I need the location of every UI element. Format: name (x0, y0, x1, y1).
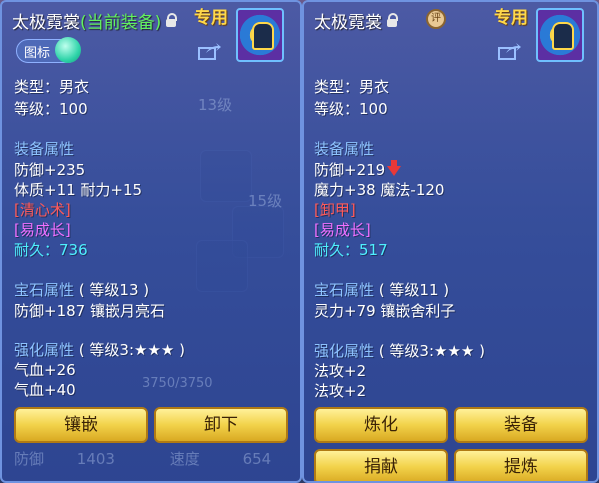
special-effect: [易成长] (314, 221, 371, 239)
background-hp-label: 3750/3750 (142, 376, 213, 391)
exclusive-label: 专用 (494, 8, 528, 28)
enhance-line: 气血+26 (14, 361, 76, 379)
enhance-attributes-title: 强化属性 (314, 342, 375, 360)
unequip-button[interactable]: 卸下 (154, 407, 288, 443)
durability-line: 耐久：517 (314, 239, 388, 260)
background-level-label: 15级 (248, 192, 283, 210)
durability-label: 耐久： (14, 241, 60, 259)
current-equipment-panel: 13级 15级 3750/3750 太极霓裳(当前装备) 专用 图标 类型：男衣… (0, 0, 302, 483)
lock-icon[interactable] (166, 13, 178, 27)
gem-attributes-title: 宝石属性 (14, 281, 75, 299)
lock-icon[interactable] (387, 13, 398, 27)
special-skill: [清心术] (14, 201, 71, 219)
equip-attributes-title: 装备属性 (314, 140, 375, 158)
gem-attributes-header: 宝石属性 ( 等级13 ) (14, 279, 149, 300)
durability-value: 517 (359, 241, 388, 259)
current-equipped-label: (当前装备) (80, 13, 162, 33)
stats-line: 魔力+38 魔法-120 (314, 181, 445, 199)
defense-value: 防御+219 (314, 161, 386, 179)
type-line: 类型：男衣 (14, 78, 90, 96)
bottom-defense-value: 1403 (76, 450, 115, 468)
special-skill: [卸甲] (314, 201, 356, 219)
gem-level: ( 等级13 ) (78, 281, 150, 299)
item-name: 太极霓裳 (314, 13, 382, 33)
bottom-speed-value: 654 (242, 450, 272, 468)
background-level-label: 13级 (198, 96, 233, 114)
defense-line: 防御+219 (314, 159, 402, 180)
inlay-button[interactable]: 镶嵌 (14, 407, 148, 443)
character-avatar (236, 8, 284, 62)
item-title: 太极霓裳 (314, 8, 398, 33)
enhance-line: 法攻+2 (314, 382, 367, 400)
extract-button[interactable]: 提炼 (454, 449, 588, 481)
enhance-level: ( 等级3:★★★ ) (378, 342, 485, 360)
level-line: 等级：100 (14, 100, 88, 118)
durability-line: 耐久：736 (14, 239, 88, 260)
enhance-level: ( 等级3:★★★ ) (78, 341, 185, 359)
level-line: 等级：100 (314, 100, 388, 118)
decrease-arrow-icon (387, 159, 402, 176)
toggle-knob-icon (55, 37, 81, 63)
durability-label: 耐久： (314, 241, 360, 259)
compare-equipment-panel: 太极霓裳 评 专用 类型：男衣 等级：100 装备属性 防御+219 魔力+38… (302, 0, 599, 483)
appraise-seal-icon[interactable]: 评 (426, 9, 446, 29)
donate-button[interactable]: 捐献 (314, 449, 448, 481)
defense-line: 防御+235 (14, 161, 86, 179)
refine-button[interactable]: 炼化 (314, 407, 448, 443)
bottom-stat: 防御 1403 速度 654 (14, 448, 271, 469)
icon-toggle-label: 图标 (24, 46, 51, 61)
gem-level: ( 等级11 ) (378, 281, 450, 299)
exclusive-label: 专用 (194, 8, 228, 28)
icon-toggle-button[interactable]: 图标 (16, 37, 81, 63)
share-icon[interactable] (498, 42, 522, 60)
equip-button[interactable]: 装备 (454, 407, 588, 443)
gem-line: 灵力+79 镶嵌舍利子 (314, 302, 456, 320)
enhance-attributes-header: 强化属性 ( 等级3:★★★ ) (14, 339, 185, 360)
special-effect: [易成长] (14, 221, 71, 239)
type-line: 类型：男衣 (314, 78, 390, 96)
bottom-speed-label: 速度 (169, 450, 200, 468)
item-name: 太极霓裳 (12, 13, 80, 33)
enhance-attributes-title: 强化属性 (14, 341, 75, 359)
gem-attributes-title: 宝石属性 (314, 281, 375, 299)
share-icon[interactable] (198, 42, 222, 60)
character-avatar (536, 8, 584, 62)
stats-line: 体质+11 耐力+15 (14, 181, 143, 199)
durability-value: 736 (59, 241, 88, 259)
equip-attributes-title: 装备属性 (14, 140, 75, 158)
item-title: 太极霓裳(当前装备) (12, 8, 178, 33)
enhance-line: 气血+40 (14, 381, 76, 399)
gem-attributes-header: 宝石属性 ( 等级11 ) (314, 279, 449, 300)
bottom-defense-label: 防御 (14, 450, 45, 468)
enhance-attributes-header: 强化属性 ( 等级3:★★★ ) (314, 340, 485, 361)
gem-line: 防御+187 镶嵌月亮石 (14, 302, 165, 320)
enhance-line: 法攻+2 (314, 362, 367, 380)
